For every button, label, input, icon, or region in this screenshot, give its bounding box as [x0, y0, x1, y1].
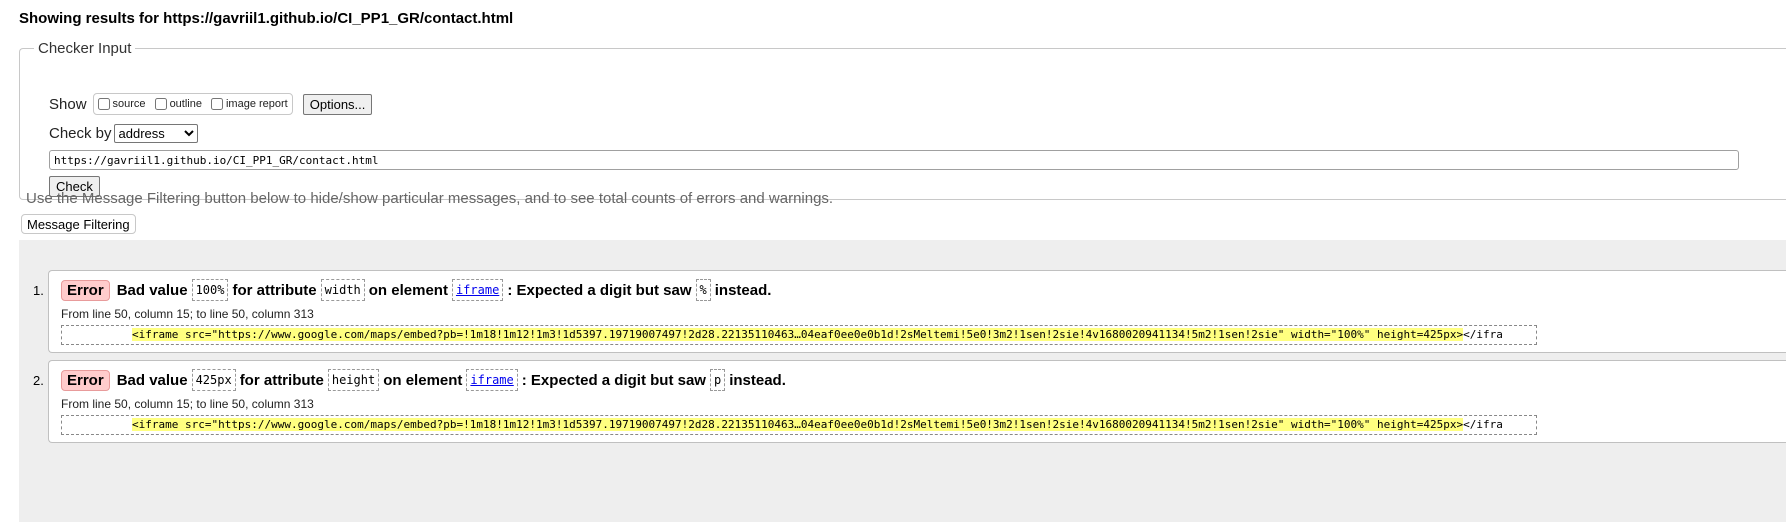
code-extract: <iframe src="https://www.google.com/maps… [61, 415, 1537, 435]
attribute-name-code: height [327, 369, 380, 391]
message-part: on element [383, 371, 463, 389]
message-location: From line 50, column 15; to line 50, col… [61, 397, 314, 411]
message-part: for attribute [232, 281, 317, 299]
extract-after: </ifra [1463, 328, 1503, 341]
message-filtering-button[interactable]: Message Filtering [21, 214, 136, 234]
unexpected-char-code: p [709, 369, 726, 391]
message-part: on element [368, 281, 448, 299]
element-link[interactable]: iframe [451, 279, 504, 301]
page-title: Showing results for https://gavriil1.git… [19, 10, 514, 27]
image-report-option[interactable]: image report [209, 98, 288, 110]
results-panel: 1. Error Bad value 100% for attribute wi… [19, 240, 1786, 522]
extract-after: </ifra [1463, 418, 1503, 431]
element-link[interactable]: iframe [466, 369, 518, 391]
show-options-row: Show source outline image report Options… [49, 93, 373, 115]
url-input[interactable] [49, 150, 1739, 170]
message-part: instead. [714, 281, 772, 299]
error-badge: Error [61, 279, 110, 301]
outline-option-label: outline [169, 98, 202, 110]
checker-input-legend: Checker Input [38, 40, 132, 57]
error-badge: Error [61, 369, 110, 391]
code-extract: <iframe src="https://www.google.com/maps… [61, 325, 1537, 345]
show-label: Show [49, 95, 87, 113]
message-part: instead. [729, 371, 786, 389]
image-report-checkbox[interactable] [210, 98, 223, 110]
attribute-value-code: 425px [191, 369, 236, 391]
message-part: Bad value [116, 371, 188, 389]
error-message: Error Bad value 425px for attribute heig… [48, 360, 1786, 443]
message-text: Error Bad value 425px for attribute heig… [61, 369, 786, 391]
extract-highlight: <iframe src="https://www.google.com/maps… [132, 418, 1464, 431]
error-message: Error Bad value 100% for attribute width… [48, 270, 1786, 353]
message-text: Error Bad value 100% for attribute width… [61, 279, 771, 301]
image-report-option-label: image report [225, 98, 288, 110]
checker-input-fieldset: Checker Input Show source outline image … [19, 40, 1786, 200]
message-part: : Expected a digit but saw [507, 281, 692, 299]
message-part: Bad value [116, 281, 188, 299]
message-number: 1. [33, 283, 44, 298]
message-part: for attribute [239, 371, 324, 389]
show-options-group: source outline image report [92, 93, 293, 115]
unexpected-char-code: % [695, 279, 711, 301]
source-option-label: source [112, 98, 146, 110]
attribute-name-code: width [320, 279, 365, 301]
extract-highlight: <iframe src="https://www.google.com/maps… [132, 328, 1464, 341]
check-by-label: Check by [49, 125, 112, 142]
attribute-value-code: 100% [191, 279, 229, 301]
source-option[interactable]: source [96, 98, 146, 110]
message-location: From line 50, column 15; to line 50, col… [61, 307, 314, 321]
source-checkbox[interactable] [97, 98, 110, 110]
filter-note: Use the Message Filtering button below t… [26, 190, 834, 207]
options-button[interactable]: Options... [302, 93, 373, 115]
message-number: 2. [33, 373, 44, 388]
check-by-row: Check by address [49, 124, 198, 143]
outline-option[interactable]: outline [153, 98, 202, 110]
check-by-select[interactable]: address [113, 124, 198, 143]
outline-checkbox[interactable] [154, 98, 167, 110]
message-part: : Expected a digit but saw [521, 371, 706, 389]
